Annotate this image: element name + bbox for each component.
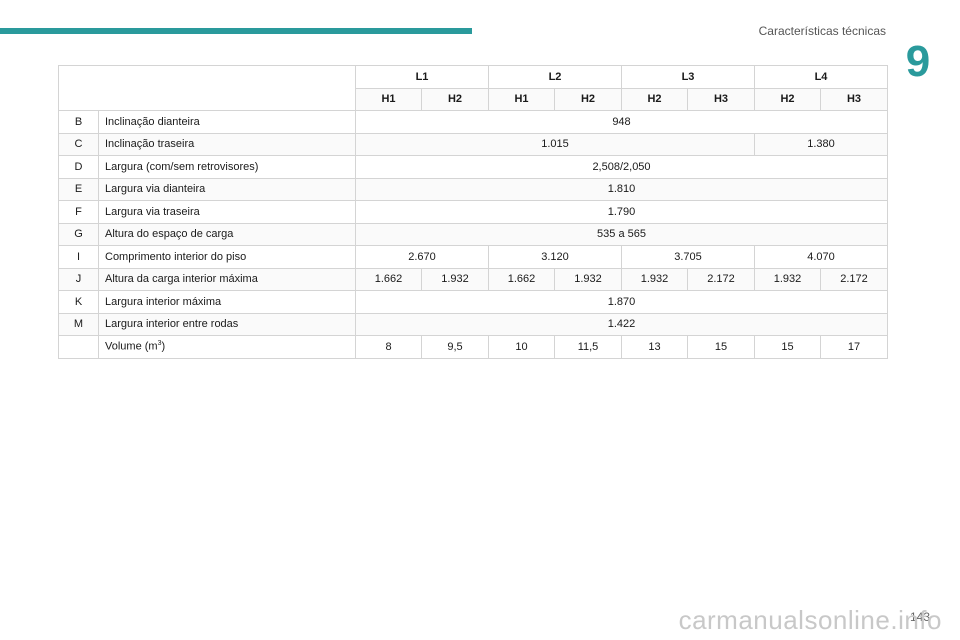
table-row: G Altura do espaço de carga 535 a 565 — [58, 222, 888, 246]
row-value: 948 — [355, 110, 888, 134]
row-value: 3.120 — [488, 245, 622, 269]
row-code: D — [58, 155, 99, 179]
table-row-volume: Volume (m3) 8 9,5 10 11,5 13 15 15 17 — [58, 335, 888, 359]
row-value: 1.870 — [355, 290, 888, 314]
row-label: Volume (m3) — [98, 335, 356, 359]
row-value: 9,5 — [421, 335, 489, 359]
row-value: 1.932 — [421, 267, 489, 291]
height-header: H1 — [488, 87, 555, 111]
table-row: E Largura via dianteira 1.810 — [58, 177, 888, 201]
length-header: L1 — [355, 65, 489, 89]
row-value: 2,508/2,050 — [355, 155, 888, 179]
row-code: G — [58, 222, 99, 246]
row-value: 1.810 — [355, 177, 888, 201]
row-value: 1.015 — [355, 132, 755, 156]
section-title: Características técnicas — [758, 24, 886, 38]
row-value: 1.422 — [355, 312, 888, 336]
row-label: Largura interior entre rodas — [98, 312, 356, 336]
row-value: 15 — [687, 335, 755, 359]
row-value: 2.670 — [355, 245, 489, 269]
table-row: F Largura via traseira 1.790 — [58, 200, 888, 224]
row-label: Largura via traseira — [98, 200, 356, 224]
row-code: C — [58, 132, 99, 156]
row-label: Largura interior máxima — [98, 290, 356, 314]
table-row: K Largura interior máxima 1.870 — [58, 290, 888, 314]
table-row: I Comprimento interior do piso 2.670 3.1… — [58, 245, 888, 269]
table-row: M Largura interior entre rodas 1.422 — [58, 312, 888, 336]
table-row: B Inclinação dianteira 948 — [58, 110, 888, 134]
row-value: 1.662 — [355, 267, 422, 291]
height-header: H3 — [820, 87, 888, 111]
row-code: J — [58, 267, 99, 291]
row-value: 2.172 — [687, 267, 755, 291]
row-value: 1.932 — [754, 267, 821, 291]
row-code: K — [58, 290, 99, 314]
row-value: 10 — [488, 335, 555, 359]
chapter-number: 9 — [905, 37, 931, 86]
height-header: H1 — [355, 87, 422, 111]
row-value: 3.705 — [621, 245, 755, 269]
row-value: 1.932 — [621, 267, 688, 291]
height-header: H2 — [421, 87, 489, 111]
row-value: 1.662 — [488, 267, 555, 291]
volume-label-suffix: ) — [161, 341, 166, 354]
row-label: Altura da carga interior máxima — [98, 267, 356, 291]
height-header: H2 — [554, 87, 622, 111]
row-code: M — [58, 312, 99, 336]
row-label: Largura (com/sem retrovisores) — [98, 155, 356, 179]
table-corner-cell — [58, 65, 356, 111]
height-header: H2 — [621, 87, 688, 111]
row-label: Largura via dianteira — [98, 177, 356, 201]
row-code — [58, 335, 99, 359]
row-value: 535 a 565 — [355, 222, 888, 246]
row-value: 11,5 — [554, 335, 622, 359]
row-code: F — [58, 200, 99, 224]
height-header: H3 — [687, 87, 755, 111]
row-label: Altura do espaço de carga — [98, 222, 356, 246]
length-header: L4 — [754, 65, 888, 89]
table-row: J Altura da carga interior máxima 1.662 … — [58, 267, 888, 291]
row-value: 17 — [820, 335, 888, 359]
header-accent-bar — [0, 28, 472, 34]
height-header: H2 — [754, 87, 821, 111]
row-value: 15 — [754, 335, 821, 359]
volume-label-text: Volume (m — [105, 341, 158, 354]
length-header: L2 — [488, 65, 622, 89]
row-label: Inclinação traseira — [98, 132, 356, 156]
row-value: 2.172 — [820, 267, 888, 291]
row-label: Inclinação dianteira — [98, 110, 356, 134]
row-code: I — [58, 245, 99, 269]
row-value: 4.070 — [754, 245, 888, 269]
table-row: C Inclinação traseira 1.015 1.380 — [58, 132, 888, 156]
row-code: B — [58, 110, 99, 134]
row-value: 1.932 — [554, 267, 622, 291]
table-header-row-length: L1 L2 L3 L4 — [58, 65, 888, 111]
row-code: E — [58, 177, 99, 201]
row-value: 1.380 — [754, 132, 888, 156]
dimensions-table: L1 L2 L3 L4 H1 H2 H1 H2 H2 H3 H2 H3 B In… — [58, 65, 888, 359]
row-label: Comprimento interior do piso — [98, 245, 356, 269]
table-row: D Largura (com/sem retrovisores) 2,508/2… — [58, 155, 888, 179]
length-header: L3 — [621, 65, 755, 89]
row-value: 8 — [355, 335, 422, 359]
row-value: 13 — [621, 335, 688, 359]
watermark: carmanualsonline.info — [678, 605, 942, 635]
row-value: 1.790 — [355, 200, 888, 224]
